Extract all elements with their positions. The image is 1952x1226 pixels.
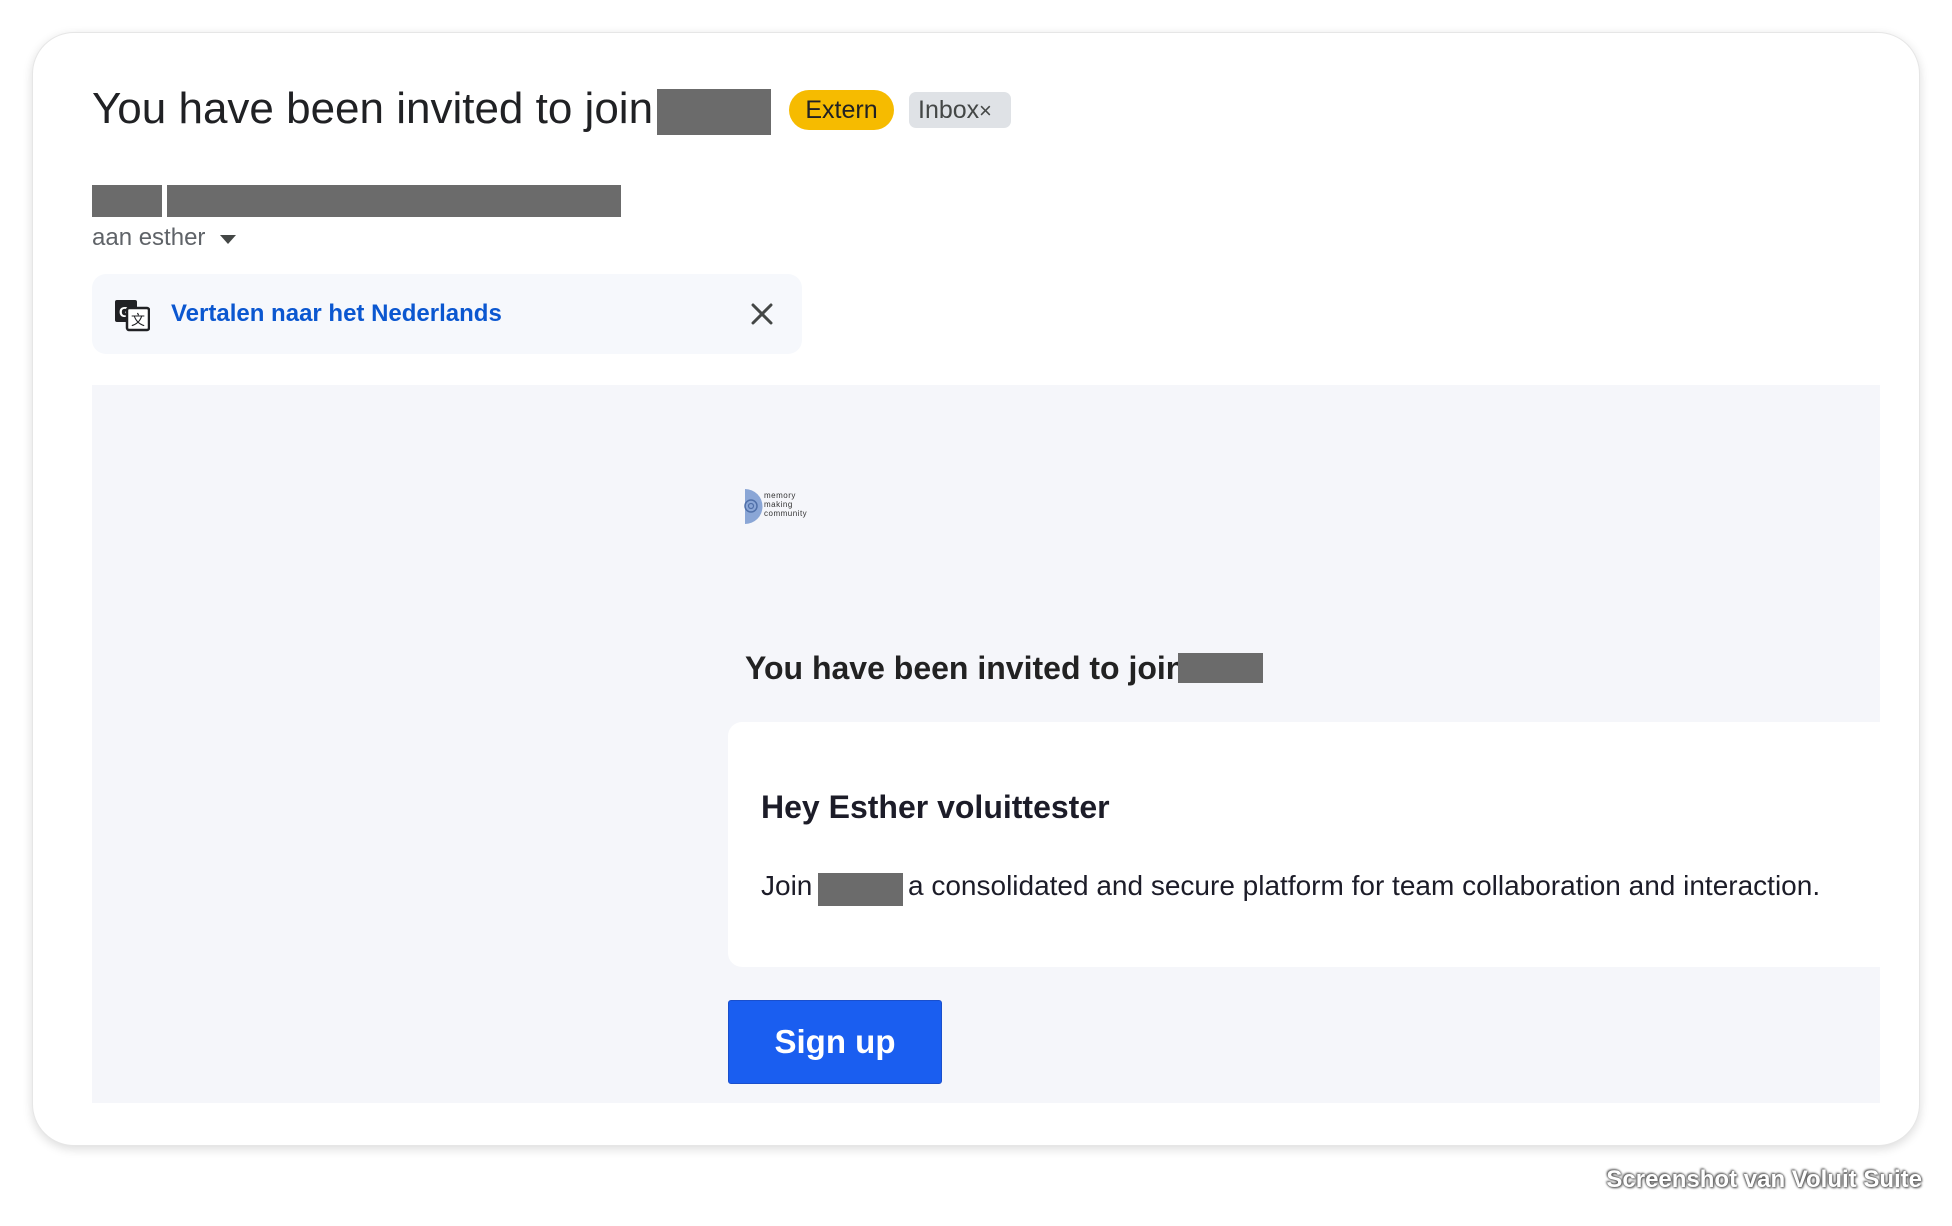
logo-text-line: memory xyxy=(764,491,796,500)
email-subject: You have been invited to join xyxy=(92,84,654,133)
signup-button[interactable]: Sign up xyxy=(728,1000,942,1084)
logo-text-line: community xyxy=(764,509,808,518)
invite-heading: You have been invited to join xyxy=(745,650,1186,686)
label-extern[interactable]: Extern xyxy=(789,90,894,130)
join-prefix: Join xyxy=(761,870,813,901)
redacted-sender-address xyxy=(167,185,621,217)
join-description: a consolidated and secure platform for t… xyxy=(908,870,1821,901)
logo-text-line: making xyxy=(764,500,793,509)
remove-label-icon[interactable]: × xyxy=(979,92,992,128)
svg-text:文: 文 xyxy=(131,312,145,328)
logo-text: memory making community xyxy=(764,491,807,518)
redacted-sender-name xyxy=(92,185,162,217)
redacted-heading-name xyxy=(1178,653,1263,683)
label-inbox-text: Inbox xyxy=(918,96,980,124)
watermark: Screenshot van Voluit Suite xyxy=(1606,1166,1922,1193)
chevron-down-icon[interactable] xyxy=(220,235,236,244)
message-card xyxy=(728,722,1880,967)
redacted-subject-name xyxy=(657,89,771,135)
recipient-line[interactable]: aan esther xyxy=(92,222,205,254)
translate-link[interactable]: Vertalen naar het Nederlands xyxy=(171,296,502,332)
label-inbox[interactable]: Inbox xyxy=(909,92,1011,128)
translate-icon: G 文 xyxy=(115,300,150,332)
close-icon[interactable] xyxy=(748,300,776,328)
greeting: Hey Esther voluittester xyxy=(761,789,1110,825)
redacted-org-name xyxy=(818,873,903,906)
